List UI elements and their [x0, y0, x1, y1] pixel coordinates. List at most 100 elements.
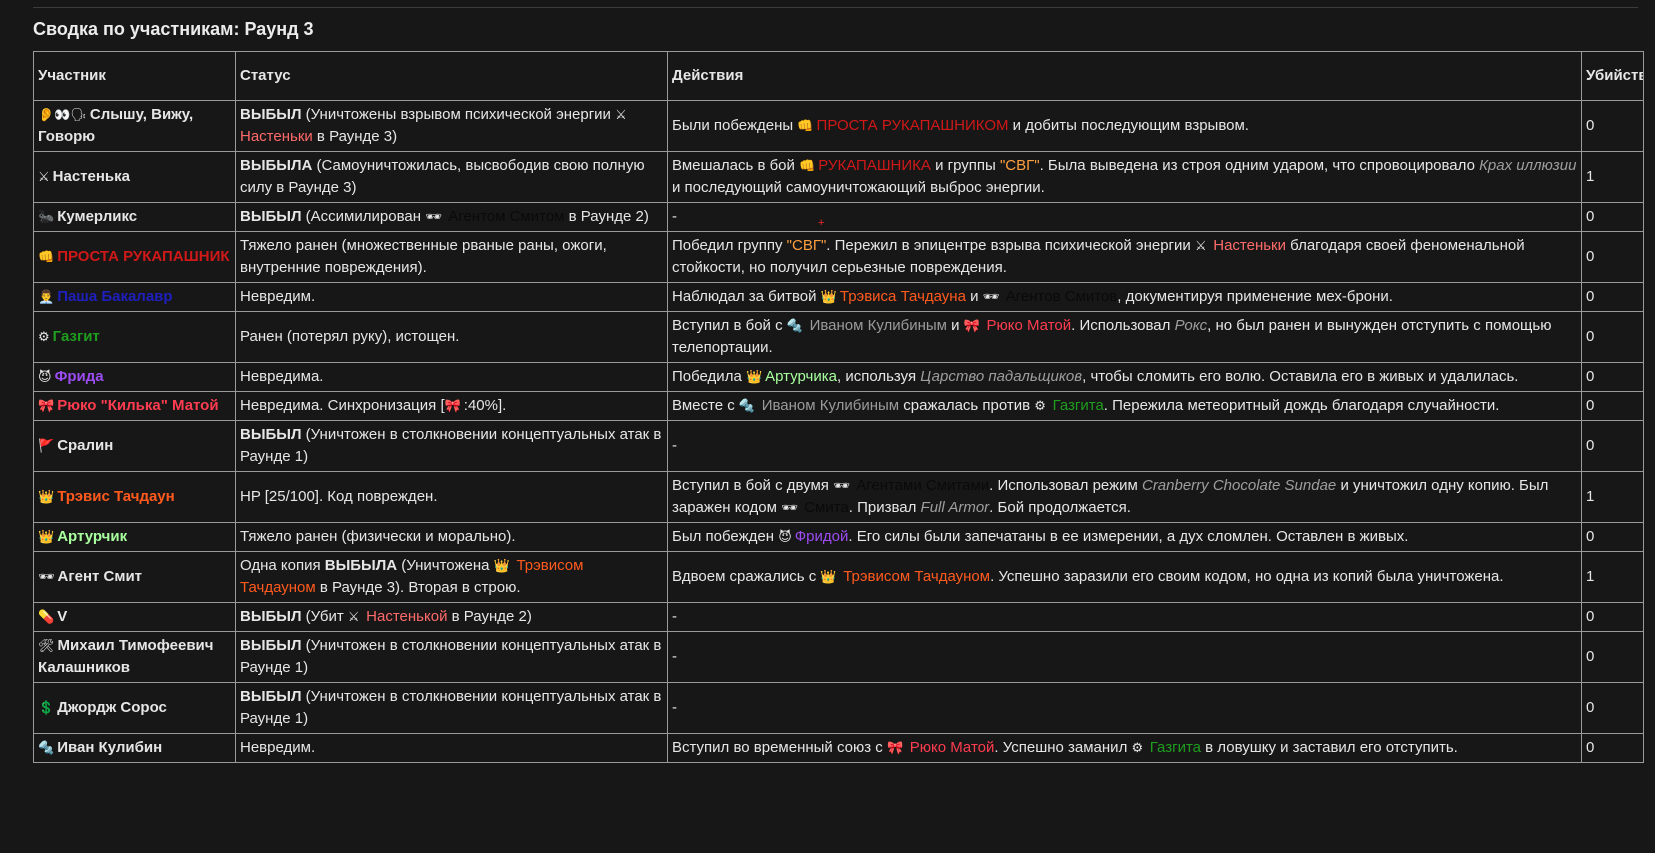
actions-text: . Пережила метеоритный дождь благодаря с…	[1103, 397, 1500, 414]
table-header-row: Участник Статус Действия Убийства	[33, 51, 1644, 101]
status-cell: Ранен (потерял руку), истощен.	[235, 311, 668, 363]
actions-text: 🕶	[982, 289, 1003, 304]
actions-text: -	[672, 437, 677, 454]
participant-icon: 🚩	[38, 438, 55, 453]
status-cell: Невредима. Синхронизация [🎀:40%].	[235, 391, 668, 421]
actions-text: "СВГ"	[999, 157, 1040, 174]
table-row: 🚩 Сралин ВЫБЫЛ (Уничтожен в столкновении к…	[33, 420, 1644, 472]
actions-text: -	[672, 699, 677, 716]
table-row: 👨‍💼 Паша Бакалавр Невредим. Наблюдал за бит…	[33, 282, 1644, 312]
status-text: в Раунде 3)	[312, 128, 398, 145]
actions-text: , используя	[836, 368, 921, 385]
actions-text: Трэвиса Тачдауна	[839, 288, 966, 305]
actions-cell: Победила 👑 Артурчика, используя Царство п…	[667, 362, 1582, 392]
participant-icon: 🐜	[38, 209, 55, 224]
actions-text: 👑	[745, 369, 763, 384]
actions-text: . Использовал режим	[989, 477, 1142, 494]
table-row: 🕶 Агент Смит Одна копия ВЫБЫЛА (Уничтожена…	[33, 551, 1644, 603]
actions-text: 👑	[820, 569, 841, 584]
actions-text: 🔩	[786, 318, 807, 333]
actions-text: . Была выведена из строя одним ударом, ч…	[1039, 157, 1480, 174]
participant-name: Газгит	[52, 328, 100, 345]
status-text: (Уничтожен в столкновении концептуальных…	[240, 688, 662, 727]
participant-icon: 👊	[38, 249, 55, 264]
actions-text: 🕶	[833, 478, 854, 493]
status-text: ВЫБЫЛ	[240, 608, 302, 625]
kills-cell: 0	[1581, 282, 1644, 312]
participant-icon: ⚙	[38, 329, 50, 344]
actions-text: -	[672, 608, 677, 625]
status-text: в Раунде 2)	[564, 208, 649, 225]
participant-name: Трэвис Тачдаун	[57, 488, 175, 505]
kills-cell: 0	[1581, 602, 1644, 632]
participant-icon: 💲	[38, 700, 55, 715]
actions-text: и	[965, 288, 983, 305]
table-row: 🔩 Иван Кулибин Невредим. Вступил во временн…	[33, 733, 1644, 763]
participant-cell: 🔩 Иван Кулибин	[33, 733, 236, 763]
table-row: ⚔ Настенька ВЫБЫЛА (Самоуничтожилась, высв…	[33, 151, 1644, 203]
actions-text: 🕶	[781, 500, 802, 515]
participant-name: Фрида	[54, 368, 104, 385]
participant-cell: 👂👀🗣 Слышу, Вижу, Говорю	[33, 100, 236, 152]
actions-text: Агентов Смитов	[1005, 288, 1118, 305]
table-row: 👑 Трэвис Тачдаун HP [25/100]. Код поврежде…	[33, 471, 1644, 523]
status-text: в Раунде 3). Вторая в строю.	[315, 579, 521, 596]
kills-cell: 0	[1581, 231, 1644, 283]
status-text: ⚔	[347, 609, 364, 624]
actions-text: -	[672, 208, 677, 225]
actions-text: 😈	[778, 529, 792, 544]
actions-text: Вмешалась в бой	[672, 157, 800, 174]
kills-cell: 0	[1581, 391, 1644, 421]
actions-text: Cranberry Chocolate Sundae	[1141, 477, 1337, 494]
actions-text: . Его силы были запечатаны в ее измерени…	[848, 528, 1409, 545]
actions-text: Рокс	[1174, 317, 1208, 334]
status-cell: ВЫБЫЛ (Убит ⚔ Настенькой в Раунде 2)	[235, 602, 668, 632]
status-cell: Невредим.	[235, 282, 668, 312]
actions-text: ⚙	[1034, 398, 1050, 413]
kills-cell: 0	[1581, 733, 1644, 763]
kills-cell: 1	[1581, 551, 1644, 603]
actions-text: Вступил в бой с	[672, 317, 787, 334]
actions-text: . Бой продолжается.	[989, 499, 1131, 516]
participant-icon: 🛠	[38, 638, 55, 653]
actions-cell: Вместе с 🔩 Иваном Кулибиным сражалась пр…	[667, 391, 1582, 421]
header-actions: Действия	[667, 51, 1582, 101]
actions-text: 👑	[820, 289, 837, 304]
participant-name: Кумерликс	[57, 208, 138, 225]
actions-text: сражалась против	[899, 397, 1035, 414]
table-row: 🐜 Кумерликс ВЫБЫЛ (Ассимилирован 🕶 Агентом…	[33, 202, 1644, 232]
actions-text: Фридой	[794, 528, 849, 545]
status-text: ВЫБЫЛ	[240, 106, 302, 123]
participant-cell: 💲 Джордж Сорос	[33, 682, 236, 734]
actions-text: РУКАПАШНИКА	[818, 157, 931, 174]
status-cell: ВЫБЫЛ (Уничтожен в столкновении концепту…	[235, 631, 668, 683]
actions-cell: -	[667, 602, 1582, 632]
status-text: 🎀	[444, 398, 461, 413]
table-row: 👑 Артурчик Тяжело ранен (физически и морал…	[33, 522, 1644, 552]
participant-cell: 💊 V	[33, 602, 236, 632]
participant-icon: 💊	[38, 609, 55, 624]
status-cell: ВЫБЫЛ (Уничтожен в столкновении концепту…	[235, 420, 668, 472]
actions-cell: Вступил в бой с 🔩 Иваном Кулибиным и 🎀 Р…	[667, 311, 1582, 363]
actions-text: Победила	[672, 368, 746, 385]
participant-name: Агент Смит	[57, 568, 143, 585]
participant-name: Паша Бакалавр	[57, 288, 173, 305]
actions-text: 🎀	[963, 318, 984, 333]
kills-cell: 0	[1581, 420, 1644, 472]
participant-icon: 😈	[38, 369, 52, 384]
table-row: 👂👀🗣 Слышу, Вижу, Говорю ВЫБЫЛ (Уничтожены …	[33, 100, 1644, 152]
actions-text: Full Armor	[920, 499, 990, 516]
status-text: (Уничтожен в столкновении концептуальных…	[240, 426, 662, 465]
table-row: 💊 V ВЫБЫЛ (Убит ⚔ Настенькой в Раунде 2) - 0	[33, 602, 1644, 632]
participant-name: Джордж Сорос	[57, 699, 167, 716]
participant-cell: 👑 Артурчик	[33, 522, 236, 552]
participant-icon: 👂👀🗣	[38, 107, 87, 122]
table-body: 👂👀🗣 Слышу, Вижу, Говорю ВЫБЫЛ (Уничтожены …	[33, 100, 1644, 763]
kills-cell: 1	[1581, 471, 1644, 523]
kills-cell: 0	[1581, 362, 1644, 392]
participant-name: ПРОСТА РУКАПАШНИК	[57, 248, 230, 265]
participant-cell: 🚩 Сралин	[33, 420, 236, 472]
actions-text: Были побеждены	[672, 117, 798, 134]
status-cell: Тяжело ранен (физически и морально).	[235, 522, 668, 552]
actions-text: , документируя применение мех-брони.	[1117, 288, 1393, 305]
